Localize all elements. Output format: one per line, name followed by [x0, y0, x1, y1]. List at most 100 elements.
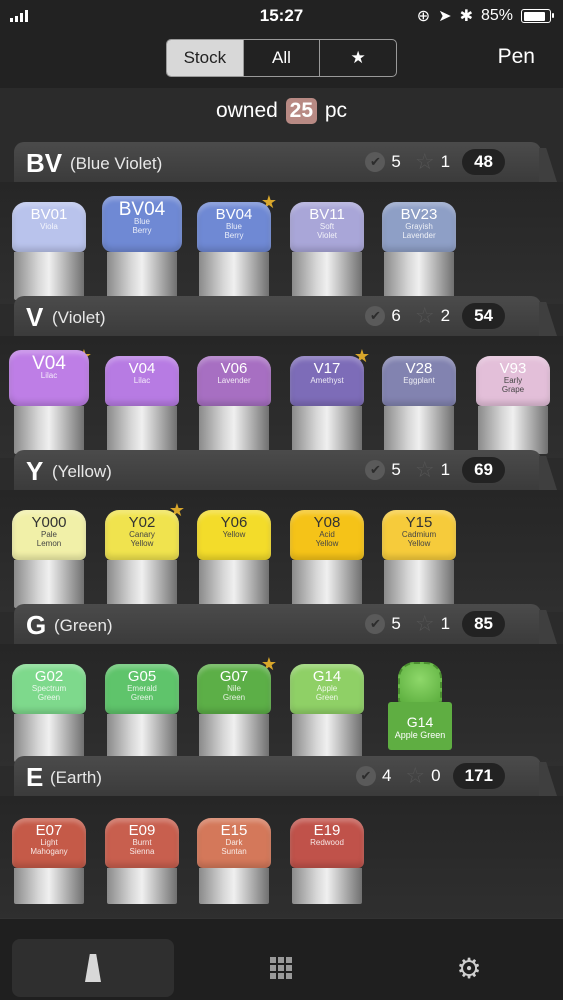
section-name: (Earth): [50, 768, 102, 787]
rotation-lock-icon: ⊕: [416, 8, 431, 25]
check-icon: ✔: [365, 152, 386, 172]
marker[interactable]: Y000 Pale Lemon: [12, 510, 86, 608]
marker[interactable]: E19 Redwood: [290, 818, 364, 904]
owned-suffix: pc: [324, 99, 348, 122]
grid-icon: [270, 957, 292, 979]
marker[interactable]: V28 Eggplant: [382, 356, 456, 454]
marker[interactable]: ★ V17 Amethyst: [290, 346, 370, 454]
marker[interactable]: V04 Lilac: [105, 356, 179, 454]
check-icon: ✔: [355, 766, 376, 786]
section-g: G (Green) ✔ 5 ☆ 1 85 G02 Spectrum Green G…: [0, 604, 563, 766]
check-icon: ✔: [365, 460, 386, 480]
star-outline-icon: ☆: [405, 763, 426, 788]
marker-selected[interactable]: BV04 Blue Berry: [102, 196, 182, 300]
marker-nib-icon: [85, 954, 101, 982]
section-code: E: [26, 762, 44, 792]
section-header[interactable]: Y (Yellow) ✔ 5 ☆ 1 69: [14, 450, 541, 490]
section-stats: ✔ 4 ☆ 0 171: [355, 763, 505, 789]
marker[interactable]: BV01 Viola: [12, 202, 86, 300]
owned-badge: 25: [285, 98, 318, 124]
preview-code: G14: [406, 714, 434, 730]
section-e: E (Earth) ✔ 4 ☆ 0 171 E07 Light Mahogany …: [0, 756, 563, 918]
section-header[interactable]: G (Green) ✔ 5 ☆ 1 85: [14, 604, 541, 644]
total-badge: 54: [462, 303, 505, 329]
marker[interactable]: BV23 Grayish Lavender: [382, 202, 456, 300]
starred-count: 1: [440, 152, 451, 171]
marker[interactable]: E07 Light Mahogany: [12, 818, 86, 904]
section-name: (Yellow): [52, 462, 112, 481]
section-stats: ✔ 6 ☆ 2 54: [365, 303, 505, 329]
section-y: Y (Yellow) ✔ 5 ☆ 1 69 Y000 Pale Lemon ★ Y…: [0, 450, 563, 612]
marker[interactable]: Y08 Acid Yellow: [290, 510, 364, 608]
marker[interactable]: G02 Spectrum Green: [12, 664, 86, 762]
starred-count: 1: [440, 614, 451, 633]
section-header[interactable]: BV (Blue Violet) ✔ 5 ☆ 1 48: [14, 142, 541, 182]
starred-count: 1: [440, 460, 451, 479]
marker[interactable]: V06 Lavender: [197, 356, 271, 454]
gear-icon: ⚙: [456, 952, 482, 984]
star-outline-icon: ☆: [414, 457, 435, 482]
section-code: BV: [26, 148, 63, 178]
section-name: (Green): [54, 616, 113, 635]
section-code: V: [26, 302, 44, 332]
battery-icon: [521, 9, 554, 23]
marker[interactable]: Y15 Cadmium Yellow: [382, 510, 456, 608]
segment-stock[interactable]: Stock: [167, 40, 243, 76]
section-stats: ✔ 5 ☆ 1 48: [365, 149, 505, 175]
marker[interactable]: G14 Apple Green: [290, 664, 364, 762]
starred-count: 2: [440, 306, 451, 325]
owned-prefix: owned: [215, 99, 278, 122]
section-header[interactable]: V (Violet) ✔ 6 ☆ 2 54: [14, 296, 541, 336]
section-code: Y: [26, 456, 44, 486]
check-icon: ✔: [365, 614, 386, 634]
marker[interactable]: ★ G07 Nile Green: [197, 654, 277, 762]
filter-segmented-control: Stock All ★: [166, 39, 397, 77]
marker[interactable]: E09 Burnt Sienna: [105, 818, 179, 904]
section-code: G: [26, 610, 47, 640]
star-outline-icon: ☆: [414, 303, 435, 328]
marker[interactable]: ★ BV04 Blue Berry: [197, 192, 277, 300]
marker[interactable]: G05 Emerald Green: [105, 664, 179, 762]
tab-markers[interactable]: [12, 939, 174, 997]
marker[interactable]: V93 Early Grape: [476, 356, 550, 454]
checked-count: 5: [391, 460, 401, 479]
marker[interactable]: Y06 Yellow: [197, 510, 271, 608]
section-stats: ✔ 5 ☆ 1 85: [365, 611, 505, 637]
checked-count: 4: [381, 766, 392, 785]
checked-count: 5: [391, 152, 401, 171]
section-v: V (Violet) ✔ 6 ☆ 2 54 ★ V04Lilac V04Lila…: [0, 296, 563, 458]
pen-nib-preview[interactable]: G14 Apple Green: [388, 662, 452, 754]
status-right: ⊕ ➤ ✱ 85%: [416, 6, 554, 26]
segment-all[interactable]: All: [242, 40, 320, 76]
total-badge: 85: [462, 611, 505, 637]
segment-favorites[interactable]: ★: [319, 40, 396, 76]
section-stats: ✔ 5 ☆ 1 69: [365, 457, 505, 483]
section-bv: BV (Blue Violet) ✔ 5 ☆ 1 48 BV01 Viola BV…: [0, 142, 563, 304]
pen-button[interactable]: Pen: [498, 45, 535, 69]
owned-count: owned 25 pc: [0, 98, 563, 124]
starred-count: 0: [431, 766, 441, 785]
marker[interactable]: BV11 Soft Violet: [290, 202, 364, 300]
tab-palette[interactable]: [200, 939, 362, 997]
tab-settings[interactable]: ⚙: [388, 939, 550, 997]
pen-nib-icon: [398, 662, 442, 704]
preview-name: Apple Green: [394, 730, 446, 740]
star-outline-icon: ☆: [414, 149, 435, 174]
marker-selected[interactable]: ★ V04Lilac: [9, 346, 92, 454]
location-icon: ➤: [438, 8, 452, 25]
battery-percent: 85%: [480, 7, 513, 24]
bluetooth-icon: ✱: [459, 8, 473, 25]
top-bar: 15:27 ⊕ ➤ ✱ 85% Stock All ★ Pen: [0, 0, 563, 88]
check-icon: ✔: [365, 306, 386, 326]
checked-count: 5: [391, 614, 401, 633]
total-badge: 48: [462, 149, 505, 175]
bottom-tab-bar: ⚙: [0, 918, 563, 1000]
section-header[interactable]: E (Earth) ✔ 4 ☆ 0 171: [14, 756, 541, 796]
star-outline-icon: ☆: [414, 611, 435, 636]
checked-count: 6: [391, 306, 401, 325]
section-name: (Blue Violet): [70, 154, 163, 173]
total-badge: 69: [462, 457, 505, 483]
marker[interactable]: ★ Y02 Canary Yellow: [105, 500, 185, 608]
total-badge: 171: [452, 763, 505, 789]
marker[interactable]: E15 Dark Suntan: [197, 818, 271, 904]
